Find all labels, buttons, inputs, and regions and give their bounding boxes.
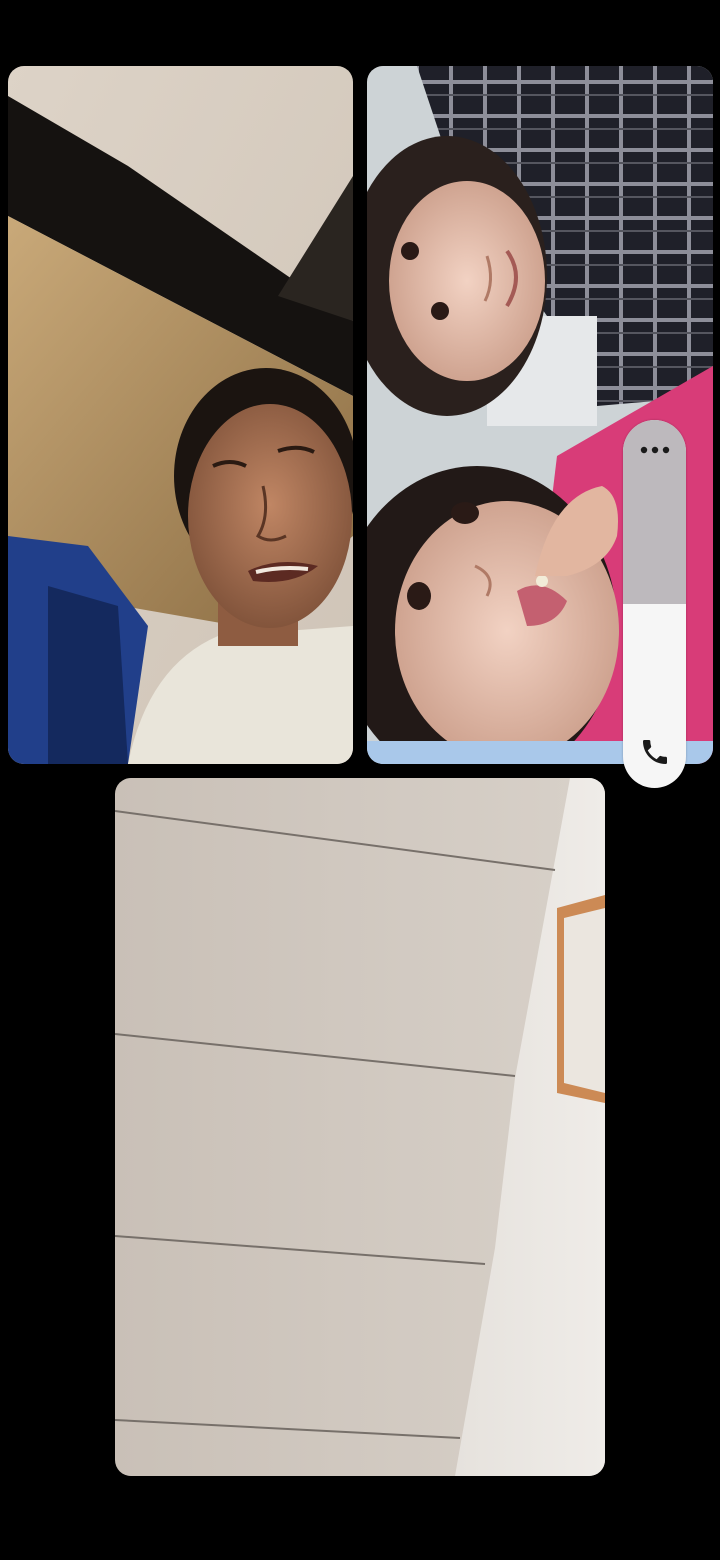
call-button[interactable] — [623, 726, 686, 778]
call-controls-panel — [623, 420, 686, 788]
phone-icon — [639, 736, 671, 768]
participant-1-video — [8, 66, 353, 764]
video-tile-participant-3[interactable] — [115, 778, 605, 1476]
more-horizontal-icon — [635, 440, 675, 460]
more-options-button[interactable] — [623, 430, 686, 470]
video-tile-participant-1[interactable] — [8, 66, 353, 764]
participant-3-video — [115, 778, 605, 1476]
